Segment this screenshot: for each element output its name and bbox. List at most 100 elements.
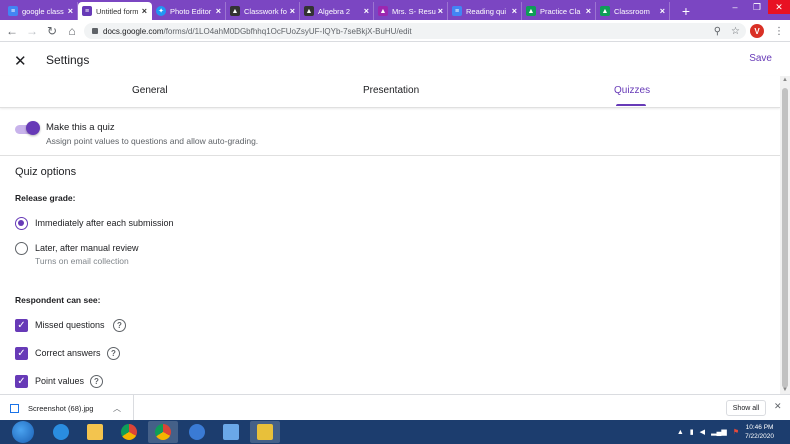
missed-questions-checkbox[interactable]: ✓ bbox=[15, 319, 28, 332]
correct-answers-label[interactable]: Correct answers bbox=[35, 348, 101, 358]
release-later-description: Turns on email collection bbox=[35, 256, 129, 266]
url-host: docs.google.com bbox=[103, 26, 164, 36]
page-title: Settings bbox=[46, 53, 90, 67]
taskbar-chrome-active-icon[interactable] bbox=[148, 421, 178, 443]
release-immediately-radio[interactable] bbox=[15, 217, 28, 230]
help-icon[interactable]: ? bbox=[107, 347, 120, 360]
download-bar: Screenshot (68).jpg ︿ Show all ✕ bbox=[0, 394, 790, 421]
close-tab-icon[interactable]: × bbox=[290, 6, 295, 16]
network-icon[interactable]: ▮ bbox=[690, 428, 694, 436]
help-icon[interactable]: ? bbox=[90, 375, 103, 388]
minimize-icon[interactable]: – bbox=[724, 0, 746, 14]
make-quiz-description: Assign point values to questions and all… bbox=[46, 136, 259, 146]
tab-general[interactable]: General bbox=[132, 85, 168, 96]
photo-editor-icon: ✦ bbox=[156, 6, 166, 16]
make-quiz-label: Make this a quiz bbox=[46, 122, 115, 133]
close-icon[interactable]: ✕ bbox=[14, 52, 27, 70]
system-tray: ▲ ▮ ◀ ▂▄▆ ⚑ 10:46 PM 7/22/2020 bbox=[677, 420, 774, 444]
close-tab-icon[interactable]: × bbox=[364, 6, 369, 16]
browser-menu-icon[interactable]: ⋮ bbox=[774, 26, 784, 37]
docs-icon: ≡ bbox=[452, 6, 462, 16]
close-tab-icon[interactable]: × bbox=[512, 6, 517, 16]
browser-tab-title: Photo Editor bbox=[170, 6, 212, 16]
tab-quizzes[interactable]: Quizzes bbox=[614, 85, 650, 96]
release-grade-heading: Release grade: bbox=[15, 193, 76, 203]
taskbar-chrome-icon[interactable] bbox=[114, 421, 144, 443]
drive-icon: ▲ bbox=[526, 6, 536, 16]
taskbar-ie-icon[interactable] bbox=[46, 421, 76, 443]
bookmark-star-icon[interactable]: ☆ bbox=[731, 26, 740, 37]
close-window-icon[interactable]: ✕ bbox=[768, 0, 790, 14]
flag-icon[interactable]: ⚑ bbox=[733, 428, 739, 436]
taskbar-app-icon[interactable] bbox=[216, 421, 246, 443]
browser-tab-title: Untitled form bbox=[96, 6, 139, 16]
settings-tabs: General Presentation Quizzes bbox=[0, 76, 780, 108]
forward-arrow-icon[interactable]: → bbox=[24, 23, 40, 39]
release-later-radio[interactable] bbox=[15, 242, 28, 255]
taskbar-explorer-icon[interactable] bbox=[80, 421, 110, 443]
browser-tab-classroom[interactable]: ▲ Classroom × bbox=[596, 2, 670, 20]
classroom-icon: ▲ bbox=[304, 6, 314, 16]
page-scrollbar[interactable]: ▲ ▼ bbox=[780, 76, 790, 394]
classroom-icon: ▲ bbox=[230, 6, 240, 16]
back-arrow-icon[interactable]: ← bbox=[4, 23, 20, 39]
browser-tab-google-class[interactable]: ≡ google class × bbox=[4, 2, 78, 20]
signal-icon[interactable]: ▂▄▆ bbox=[711, 428, 727, 436]
browser-tab-mrs-s[interactable]: ▲ Mrs. S- Resu × bbox=[374, 2, 448, 20]
browser-tab-title: Classroom bbox=[614, 6, 650, 16]
classroom-icon: ▲ bbox=[378, 6, 388, 16]
reload-icon[interactable]: ↻ bbox=[44, 23, 60, 39]
drive-icon: ▲ bbox=[600, 6, 610, 16]
tab-presentation[interactable]: Presentation bbox=[363, 85, 419, 96]
point-values-checkbox[interactable]: ✓ bbox=[15, 375, 28, 388]
missed-questions-label[interactable]: Missed questions bbox=[35, 320, 105, 330]
clock[interactable]: 10:46 PM 7/22/2020 bbox=[745, 423, 774, 441]
scroll-down-arrow-icon[interactable]: ▼ bbox=[782, 387, 788, 393]
close-icon[interactable]: ✕ bbox=[774, 401, 782, 412]
browser-tab-algebra[interactable]: ▲ Algebra 2 × bbox=[300, 2, 374, 20]
download-item[interactable]: Screenshot (68).jpg ︿ bbox=[0, 395, 134, 421]
browser-tab-title: Algebra 2 bbox=[318, 6, 351, 16]
close-tab-icon[interactable]: × bbox=[68, 6, 73, 16]
release-immediately-label[interactable]: Immediately after each submission bbox=[35, 218, 174, 228]
release-later-label[interactable]: Later, after manual review bbox=[35, 243, 139, 253]
omnibox-actions: ⚲ ☆ V ⋮ bbox=[714, 23, 784, 39]
new-tab-button[interactable]: + bbox=[676, 2, 696, 20]
show-all-button[interactable]: Show all bbox=[726, 400, 766, 416]
help-icon[interactable]: ? bbox=[113, 319, 126, 332]
chevron-up-icon[interactable]: ︿ bbox=[113, 403, 121, 414]
taskbar-media-icon[interactable] bbox=[182, 421, 212, 443]
correct-answers-checkbox[interactable]: ✓ bbox=[15, 347, 28, 360]
taskbar: ▲ ▮ ◀ ▂▄▆ ⚑ 10:46 PM 7/22/2020 bbox=[0, 420, 790, 444]
clock-date: 7/22/2020 bbox=[745, 433, 774, 440]
browser-tab-strip: ≡ google class × ≡ Untitled form × ✦ Pho… bbox=[0, 0, 790, 20]
url-field[interactable]: docs.google.com /forms/d/1LO4ahM0DGbfhhq… bbox=[84, 23, 746, 39]
browser-tab-untitled-form[interactable]: ≡ Untitled form × bbox=[78, 2, 152, 20]
browser-tab-practice-class[interactable]: ▲ Practice Cla × bbox=[522, 2, 596, 20]
scroll-up-arrow-icon[interactable]: ▲ bbox=[782, 77, 788, 83]
home-icon[interactable]: ⌂ bbox=[64, 23, 80, 39]
chevron-up-icon[interactable]: ▲ bbox=[677, 429, 684, 436]
scrollbar-thumb[interactable] bbox=[782, 88, 788, 388]
docs-icon: ≡ bbox=[8, 6, 18, 16]
browser-tab-reading-quiz[interactable]: ≡ Reading qui × bbox=[448, 2, 522, 20]
restore-icon[interactable]: ❐ bbox=[746, 0, 768, 14]
browser-tab-title: google class bbox=[22, 6, 64, 16]
browser-tab-photo-editor[interactable]: ✦ Photo Editor × bbox=[152, 2, 226, 20]
zoom-icon[interactable]: ⚲ bbox=[714, 26, 721, 37]
start-button[interactable] bbox=[12, 421, 34, 443]
close-tab-icon[interactable]: × bbox=[216, 6, 221, 16]
make-quiz-row: Make this a quiz Assign point values to … bbox=[0, 110, 780, 156]
close-tab-icon[interactable]: × bbox=[586, 6, 591, 16]
volume-icon[interactable]: ◀ bbox=[700, 428, 705, 436]
browser-tab-classwork[interactable]: ▲ Classwork fo × bbox=[226, 2, 300, 20]
settings-header: ✕ Settings Save bbox=[0, 42, 780, 76]
save-button[interactable]: Save bbox=[749, 53, 772, 64]
taskbar-snipping-icon[interactable] bbox=[250, 421, 280, 443]
close-tab-icon[interactable]: × bbox=[660, 6, 665, 16]
close-tab-icon[interactable]: × bbox=[438, 6, 443, 16]
point-values-label[interactable]: Point values bbox=[35, 376, 84, 386]
profile-avatar[interactable]: V bbox=[750, 24, 764, 38]
toggle-knob[interactable] bbox=[26, 121, 40, 135]
close-tab-icon[interactable]: × bbox=[142, 6, 147, 16]
